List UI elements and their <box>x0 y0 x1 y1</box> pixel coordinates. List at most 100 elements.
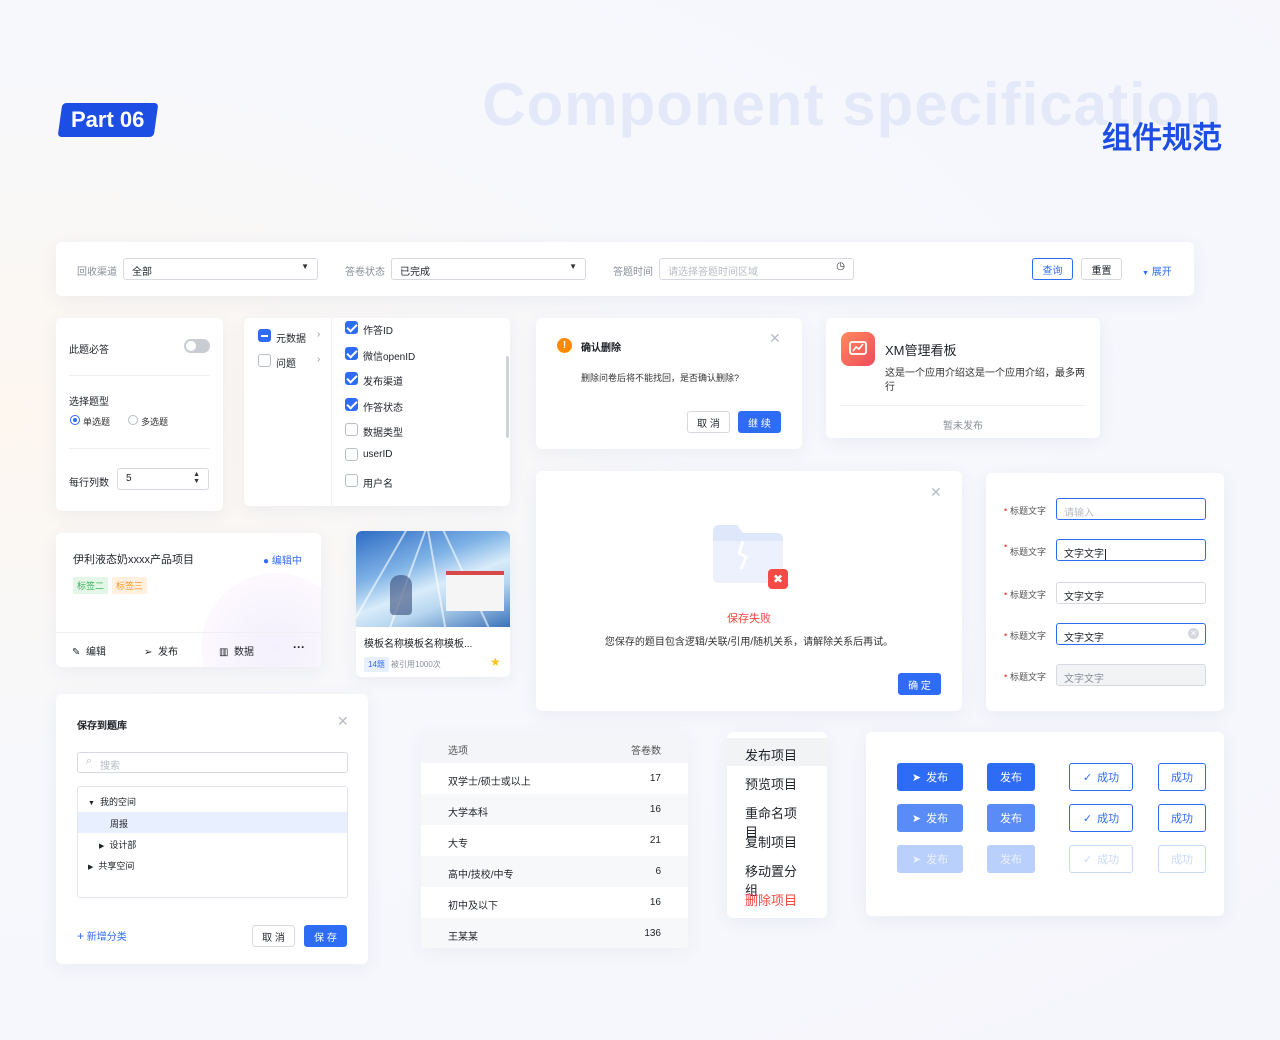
usage-count: 被引用1000次 <box>391 660 441 669</box>
status-select[interactable]: 已完成 ▼ <box>391 258 586 280</box>
tree-node-selected[interactable]: 周报 <box>78 812 347 833</box>
checkbox-label: 发布渠道 <box>363 377 403 388</box>
table-row[interactable]: 王某某 136 <box>421 918 688 948</box>
field-label: 标题文字 <box>1010 672 1047 682</box>
save-to-library-modal: 保存到题库 ✕ ⌕ 搜索 ▼ 我的空间 周报 ▶ 设计部 ▶ 共享空间 + 新增… <box>56 694 368 964</box>
checkbox-item[interactable] <box>345 321 358 334</box>
menu-item-rename[interactable]: 重命名项目 <box>727 796 827 840</box>
expand-link[interactable]: ▼ 展开 <box>1142 263 1172 278</box>
time-range-picker[interactable]: 请选择答题时间区域 ◷ <box>659 258 854 280</box>
menu-item-delete[interactable]: 删除项目 <box>727 883 827 911</box>
columns-stepper[interactable]: 5 ▲ ▼ <box>117 468 209 490</box>
warning-icon: ! <box>557 338 572 353</box>
status-label: 答卷状态 <box>345 267 385 278</box>
success-button[interactable]: 成功 <box>1158 763 1206 791</box>
save-button[interactable]: 保 存 <box>304 925 347 947</box>
cancel-button[interactable]: 取 消 <box>687 411 730 433</box>
table-row[interactable]: 大学本科 16 <box>421 794 688 825</box>
close-icon[interactable]: ✕ <box>337 713 349 730</box>
checkbox-item[interactable] <box>345 474 358 487</box>
send-icon: ➢ <box>144 647 153 658</box>
multi-choice-label: 多选题 <box>141 417 169 427</box>
close-icon[interactable]: ✕ <box>769 330 781 347</box>
publish-button-disabled: 发布 <box>987 845 1035 873</box>
tree-node[interactable]: ▶ 设计部 <box>99 838 136 851</box>
checkbox-question[interactable] <box>258 354 271 367</box>
menu-item-move[interactable]: 移动置分组 <box>727 854 827 898</box>
field-label: 标题文字 <box>1010 590 1047 600</box>
checkbox-metadata[interactable] <box>258 329 271 342</box>
continue-button[interactable]: 继 续 <box>738 411 781 433</box>
text-input-disabled: 文字文字 <box>1056 664 1206 686</box>
title-chinese: 组件规范 <box>1102 122 1222 155</box>
folder-tree: ▼ 我的空间 周报 ▶ 设计部 ▶ 共享空间 <box>77 786 348 898</box>
data-action[interactable]: ▥ 数据 <box>219 643 254 658</box>
clock-icon: ◷ <box>836 261 845 272</box>
table-row[interactable]: 大专 21 <box>421 825 688 856</box>
required-mark: • <box>1004 671 1008 681</box>
table-row[interactable]: 高中/技校/中专 6 <box>421 856 688 887</box>
success-icon-button-hover[interactable]: ✓ 成功 <box>1069 804 1133 832</box>
pencil-icon: ✎ <box>72 647 81 658</box>
tree-node[interactable]: ▶ 共享空间 <box>88 859 134 872</box>
success-icon-button-disabled: ✓ 成功 <box>1069 845 1133 873</box>
single-choice-label: 单选题 <box>83 417 111 427</box>
edit-action[interactable]: ✎ 编辑 <box>72 643 106 658</box>
checkbox-item[interactable] <box>345 372 358 385</box>
text-input-typing[interactable]: 文字文字 <box>1056 539 1206 561</box>
add-category-link[interactable]: + 新增分类 <box>77 928 127 943</box>
success-icon-button[interactable]: ✓ 成功 <box>1069 763 1133 791</box>
multi-choice-radio[interactable] <box>128 415 138 425</box>
menu-item-publish[interactable]: 发布项目 <box>727 738 827 766</box>
template-card[interactable]: 模板名称模板名称模板... 14题 被引用1000次 ★ <box>356 531 510 677</box>
required-mark: • <box>1004 630 1008 640</box>
publish-button-hover[interactable]: 发布 <box>987 804 1035 832</box>
column-divider <box>331 318 332 506</box>
checkbox-item[interactable] <box>345 448 358 461</box>
menu-item-copy[interactable]: 复制项目 <box>727 825 827 853</box>
field-checkbox-tree: 元数据 › 问题 › 作答ID 微信openID 发布渠道 作答状态 数据类型 … <box>244 318 510 506</box>
publish-icon-button-hover[interactable]: ➤ 发布 <box>897 804 963 832</box>
text-input-clearable[interactable]: 文字文字 ✕ <box>1056 623 1206 645</box>
publish-icon-button[interactable]: ➤ 发布 <box>897 763 963 791</box>
channel-select[interactable]: 全部 ▼ <box>123 258 318 280</box>
error-icon: ✖ <box>768 569 788 589</box>
text-input-focused[interactable]: 请输入 <box>1056 498 1206 520</box>
table-row[interactable]: 初中及以下 16 <box>421 887 688 918</box>
query-button[interactable]: 查询 <box>1032 258 1073 280</box>
columns-label: 每行列数 <box>69 478 109 489</box>
more-icon[interactable]: ··· <box>293 640 305 654</box>
checkbox-label: 作答ID <box>363 326 393 337</box>
search-input[interactable]: ⌕ 搜索 <box>77 752 348 773</box>
template-cover-image <box>356 531 510 627</box>
star-icon[interactable]: ★ <box>490 655 501 669</box>
text-input[interactable]: 文字文字 <box>1056 582 1206 604</box>
scrollbar[interactable] <box>506 356 509 438</box>
cancel-button[interactable]: 取 消 <box>252 925 295 947</box>
search-icon: ⌕ <box>86 755 93 767</box>
menu-item-preview[interactable]: 预览项目 <box>727 767 827 795</box>
required-toggle[interactable] <box>184 339 210 353</box>
success-button-hover[interactable]: 成功 <box>1158 804 1206 832</box>
checkbox-item[interactable] <box>345 398 358 411</box>
project-title: 伊利液态奶xxxx产品项目 <box>73 554 194 566</box>
stepper-arrows-icon: ▲ ▼ <box>193 471 200 485</box>
checkbox-item[interactable] <box>345 347 358 360</box>
ok-button[interactable]: 确 定 <box>898 673 941 695</box>
type-label: 选择题型 <box>69 397 109 408</box>
single-choice-radio[interactable] <box>70 415 80 425</box>
part-badge: Part 06 <box>57 103 159 137</box>
checkbox-item[interactable] <box>345 423 358 436</box>
publish-button[interactable]: 发布 <box>987 763 1035 791</box>
project-card[interactable]: 伊利液态奶xxxx产品项目 ● 编辑中 标签二 标签三 ✎ 编辑 ➢ 发布 ▥ … <box>56 533 321 667</box>
app-description: 这是一个应用介绍这是一个应用介绍，最多两行 <box>885 368 1085 393</box>
publish-action[interactable]: ➢ 发布 <box>144 643 178 658</box>
reset-button[interactable]: 重置 <box>1081 258 1122 280</box>
table-row[interactable]: 双学士/硕士或以上 17 <box>421 763 688 794</box>
app-card[interactable]: XM管理看板 这是一个应用介绍这是一个应用介绍，最多两行 暂未发布 <box>826 318 1100 438</box>
close-icon[interactable]: ✕ <box>930 484 942 501</box>
checkbox-label: 元数据 <box>276 334 306 345</box>
question-settings-card: 此题必答 选择题型 单选题 多选题 每行列数 5 ▲ ▼ <box>56 318 223 511</box>
clear-icon[interactable]: ✕ <box>1188 628 1199 639</box>
tree-node[interactable]: ▼ 我的空间 <box>88 795 136 808</box>
